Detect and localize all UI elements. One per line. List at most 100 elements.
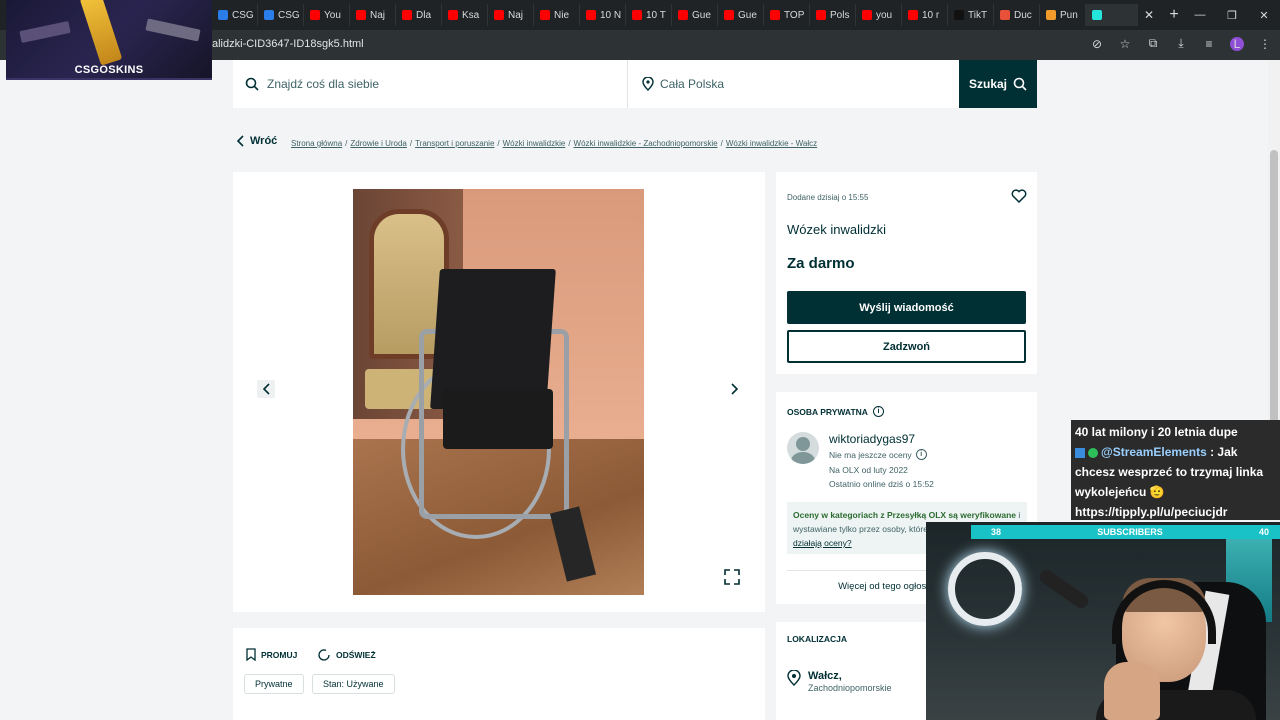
browser-tab[interactable]: Duc: [994, 4, 1040, 26]
info-icon[interactable]: i: [872, 406, 884, 417]
call-button[interactable]: Zadzwoń: [787, 330, 1026, 363]
restore-button[interactable]: ❐: [1216, 0, 1248, 30]
media-icon[interactable]: ≡: [1202, 37, 1216, 51]
bookmark-icon: [246, 648, 256, 661]
tab-favicon-icon: [954, 10, 964, 20]
seller-name[interactable]: wiktoriadygas97: [829, 432, 915, 446]
heart-icon[interactable]: [1011, 189, 1027, 203]
search-button-label: Szukaj: [968, 77, 1007, 91]
tag-private[interactable]: Prywatne: [244, 674, 304, 694]
browser-tab[interactable]: you: [856, 4, 902, 26]
refresh-button[interactable]: ODŚWIEŻ: [317, 648, 376, 662]
rating-info-icon[interactable]: i: [915, 449, 927, 460]
gallery-next-button[interactable]: [726, 380, 744, 398]
browser-tab[interactable]: Naj: [488, 4, 534, 26]
breadcrumb-separator: /: [720, 139, 723, 148]
browser-tab[interactable]: CSG: [258, 4, 304, 26]
tab-favicon-icon: [402, 10, 412, 20]
eye-off-icon[interactable]: ⊘: [1090, 37, 1104, 51]
tab-label: Naj: [508, 9, 524, 21]
promote-button[interactable]: PROMUJ: [246, 648, 297, 661]
browser-tab[interactable]: Gue: [718, 4, 764, 26]
browser-tab[interactable]: Pols: [810, 4, 856, 26]
webcam-microphone: [1037, 567, 1091, 611]
browser-tab[interactable]: 10 T: [626, 4, 672, 26]
browser-tab[interactable]: Ksa: [442, 4, 488, 26]
location-pin-icon: [642, 77, 654, 91]
breadcrumb-separator: /: [345, 139, 348, 148]
tab-favicon-icon: [310, 10, 320, 20]
photo-gallery: [233, 172, 765, 612]
breadcrumb-link[interactable]: Transport i poruszanie: [415, 139, 494, 148]
breadcrumb-link[interactable]: Wózki inwalidzkie - Zachodniopomorskie: [574, 139, 718, 148]
send-message-button[interactable]: Wyślij wiadomość: [787, 291, 1026, 324]
tab-label: you: [876, 9, 893, 21]
fullscreen-icon[interactable]: [722, 567, 742, 587]
download-icon[interactable]: ⤓: [1174, 36, 1188, 51]
seller-rating-text: Nie ma jeszcze oceny: [829, 449, 912, 460]
browser-tab[interactable]: Nie: [534, 4, 580, 26]
tab-favicon-icon: [540, 10, 550, 20]
browser-tab[interactable]: Pun: [1040, 4, 1086, 26]
tab-favicon-icon: [586, 10, 596, 20]
listing-price: Za darmo: [787, 255, 855, 272]
stream-csg-overlay: CSGOSKINS: [6, 0, 212, 80]
chat-message: 40 lat milony i 20 letnia dupe: [1075, 425, 1238, 439]
breadcrumb-link[interactable]: Zdrowie i Uroda: [350, 139, 406, 148]
listing-title: Wózek inwalidzki: [787, 222, 886, 237]
menu-dots-icon[interactable]: ⋮: [1258, 37, 1272, 51]
search-bar: Cała Polska Szukaj: [233, 60, 1037, 108]
rifle-graphic: [19, 20, 71, 44]
search-input[interactable]: [267, 77, 567, 91]
tab-label: Naj: [370, 9, 386, 21]
window-close-button[interactable]: ✕: [1248, 0, 1280, 30]
listing-info-card: Dodane dzisiaj o 15:55 Wózek inwalidzki …: [776, 172, 1037, 374]
listing-photo[interactable]: [353, 189, 644, 595]
breadcrumb-link[interactable]: Wózki inwalidzkie - Wałcz: [726, 139, 817, 148]
breadcrumb-link[interactable]: Wózki inwalidzkie: [503, 139, 566, 148]
browser-tab[interactable]: CSG: [212, 4, 258, 26]
tab-list: CSG CSG You Naj Dla Ksa Naj Nie 10 N 10 T Gue Gue TO…: [212, 4, 1138, 26]
browser-tab[interactable]: TOP: [764, 4, 810, 26]
profile-avatar[interactable]: L: [1230, 36, 1244, 51]
browser-tab[interactable]: 10 r: [902, 4, 948, 26]
back-link[interactable]: Wróć: [236, 135, 277, 147]
ratings-notice-bold: Oceny w kategoriach z Przesyłką OLX są w…: [793, 510, 1016, 520]
breadcrumb-link[interactable]: Strona główna: [291, 139, 342, 148]
tag-condition[interactable]: Stan: Używane: [312, 674, 395, 694]
search-button[interactable]: Szukaj: [959, 60, 1037, 108]
seller-rating: Nie ma jeszcze oceny i: [829, 449, 927, 460]
location-region: Zachodniopomorskie: [808, 683, 892, 693]
browser-tab[interactable]: TikT: [948, 4, 994, 26]
chevron-left-icon: [236, 135, 244, 147]
subscribers-bar: 38 SUBSCRIBERS 40: [971, 525, 1280, 539]
close-tab-icon[interactable]: ✕: [1138, 8, 1160, 22]
browser-tab[interactable]: Dla: [396, 4, 442, 26]
browser-tab[interactable]: Naj: [350, 4, 396, 26]
tab-favicon-icon: [1000, 10, 1010, 20]
posted-date: Dodane dzisiaj o 15:55: [787, 193, 869, 202]
breadcrumb-separator: /: [497, 139, 500, 148]
minimize-button[interactable]: —: [1184, 0, 1216, 30]
seller-avatar[interactable]: [787, 432, 819, 464]
location-box[interactable]: Cała Polska: [627, 60, 958, 108]
subs-label: SUBSCRIBERS: [1097, 527, 1163, 537]
browser-tab[interactable]: [1086, 4, 1138, 26]
tab-label: 10 T: [646, 9, 666, 21]
tab-label: CSG: [278, 9, 300, 21]
url-text[interactable]: alidzki-CID3647-ID18sgk5.html: [212, 38, 364, 50]
browser-tab[interactable]: 10 N: [580, 4, 626, 26]
browser-tab[interactable]: Gue: [672, 4, 718, 26]
seller-type: OSOBA PRYWATNA i: [787, 406, 884, 417]
promote-label: PROMUJ: [261, 649, 298, 660]
tab-favicon-icon: [770, 10, 780, 20]
chevron-right-icon: [731, 383, 739, 395]
extensions-icon[interactable]: ⧉: [1146, 36, 1160, 51]
tab-label: TikT: [968, 9, 988, 21]
address-bar-icons: ⊘ ☆ ⧉ ⤓ ≡ L ⋮: [1090, 36, 1272, 51]
search-box: [233, 60, 627, 108]
bookmark-star-icon[interactable]: ☆: [1118, 37, 1132, 51]
browser-tab[interactable]: You: [304, 4, 350, 26]
gallery-prev-button[interactable]: [257, 380, 275, 398]
tab-label: CSG: [232, 9, 254, 21]
